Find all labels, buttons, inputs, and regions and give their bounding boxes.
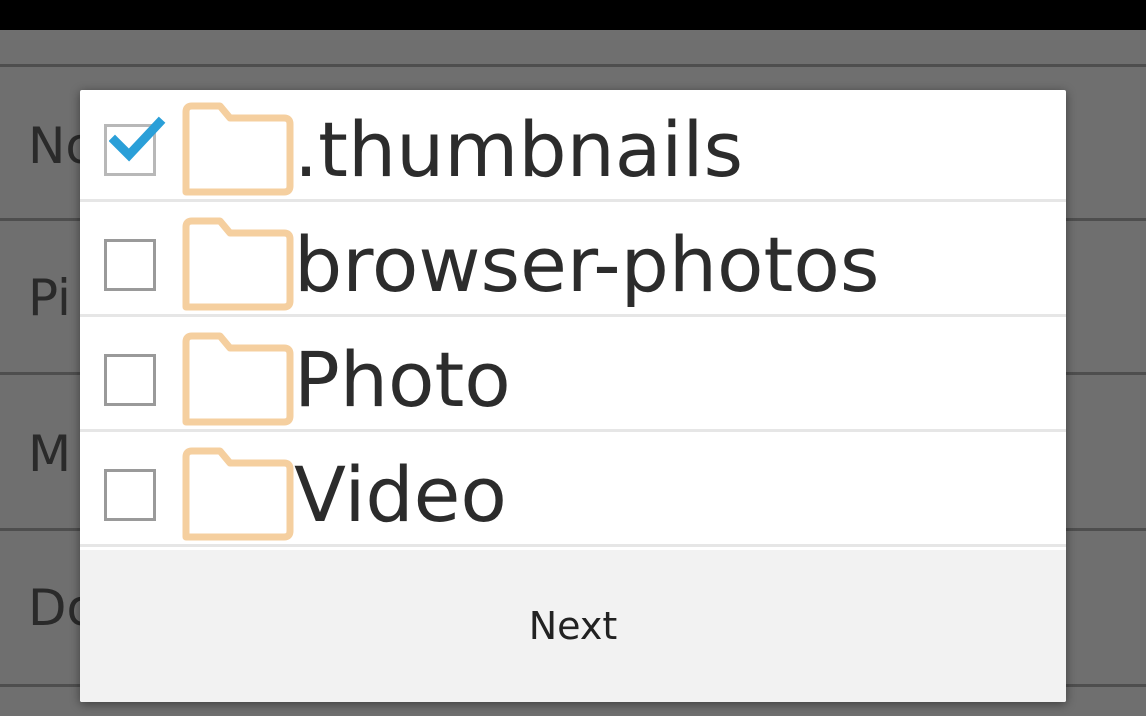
- folder-checkbox[interactable]: [104, 354, 156, 406]
- folder-checkbox[interactable]: [104, 239, 156, 291]
- folder-name: browser-photos: [294, 220, 880, 309]
- folder-row[interactable]: .thumbnails: [80, 90, 1066, 202]
- next-button[interactable]: Next: [80, 550, 1066, 702]
- folder-name: Video: [294, 450, 507, 539]
- folder-select-dialog: .thumbnails browser-photos Photo Video N…: [80, 90, 1066, 702]
- folder-row[interactable]: Video: [80, 435, 1066, 547]
- list-divider: [0, 64, 1146, 67]
- checkmark-icon: [109, 116, 166, 162]
- folder-icon: [182, 217, 294, 311]
- folder-icon: [182, 447, 294, 541]
- folder-name: Photo: [294, 335, 511, 424]
- folder-checkbox[interactable]: [104, 469, 156, 521]
- dialog-footer: Next: [80, 550, 1066, 702]
- folder-icon: [182, 332, 294, 426]
- background-list-item: Pi: [28, 269, 71, 327]
- background-list-item: M: [28, 425, 72, 483]
- folder-checkbox[interactable]: [104, 116, 166, 176]
- folder-name: .thumbnails: [294, 105, 744, 194]
- folder-icon: [182, 102, 294, 196]
- status-bar: [0, 0, 1146, 30]
- folder-row[interactable]: Photo: [80, 320, 1066, 432]
- folder-row[interactable]: browser-photos: [80, 205, 1066, 317]
